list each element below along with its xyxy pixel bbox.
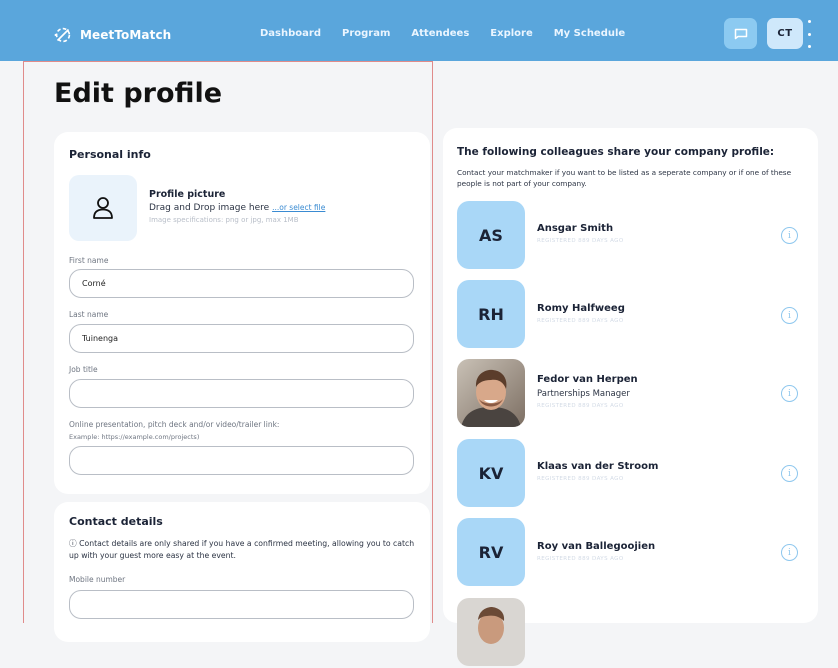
user-avatar-button[interactable]: CT (767, 18, 803, 49)
presentation-link-field[interactable] (69, 446, 414, 475)
colleague-initials-avatar: AS (457, 201, 525, 269)
user-icon (93, 197, 113, 219)
colleague-name: Klaas van der Stroom (537, 461, 659, 472)
last-name-field[interactable]: Tuinenga (69, 324, 414, 353)
info-icon[interactable]: i (781, 544, 798, 561)
personal-info-card: Personal info Profile picture Drag and D… (54, 132, 430, 494)
first-name-field[interactable]: Corné (69, 269, 414, 298)
nav-item-explore[interactable]: Explore (490, 28, 532, 39)
colleague-registered: REGISTERED 889 DAYS AGO (537, 556, 624, 562)
first-name-label: First name (69, 256, 109, 265)
profile-picture-drop-text: Drag and Drop image here ...or select fi… (149, 203, 325, 213)
colleague-initials-avatar: RH (457, 280, 525, 348)
nav-item-my-schedule[interactable]: My Schedule (554, 28, 625, 39)
drop-instructions: Drag and Drop image here (149, 203, 270, 213)
kebab-menu-icon[interactable] (806, 20, 812, 48)
nav-item-program[interactable]: Program (342, 28, 390, 39)
colleague-initials-avatar: RV (457, 518, 525, 586)
colleague-item: AS Ansgar Smith REGISTERED 889 DAYS AGO … (457, 201, 798, 271)
person-photo-icon (457, 598, 525, 666)
app-name: MeetToMatch (80, 28, 172, 42)
colleague-job-title: Partnerships Manager (537, 389, 630, 399)
personal-info-title: Personal info (69, 148, 151, 161)
colleagues-card: The following colleagues share your comp… (443, 128, 818, 666)
colleague-registered: REGISTERED 889 DAYS AGO (537, 403, 624, 409)
top-navigation-bar: MeetToMatch Dashboard Program Attendees … (0, 0, 838, 61)
page-title: Edit profile (54, 78, 223, 109)
info-icon[interactable]: i (781, 307, 798, 324)
person-photo-icon (457, 359, 525, 427)
colleague-registered: REGISTERED 889 DAYS AGO (537, 476, 624, 482)
nav-item-dashboard[interactable]: Dashboard (260, 28, 321, 39)
chat-icon (734, 28, 747, 39)
colleague-item: RV Roy van Ballegoojien REGISTERED 889 D… (457, 518, 798, 588)
job-title-label: Job title (69, 365, 98, 374)
contact-details-note: ⓘ Contact details are only shared if you… (69, 539, 415, 560)
colleague-name: Fedor van Herpen (537, 374, 638, 385)
messages-button[interactable] (724, 18, 757, 49)
colleague-item: KV Klaas van der Stroom REGISTERED 889 D… (457, 439, 798, 509)
mobile-number-field[interactable] (69, 590, 414, 619)
colleague-photo (457, 359, 525, 427)
info-icon[interactable]: i (781, 227, 798, 244)
profile-picture-title: Profile picture (149, 189, 226, 200)
colleagues-title: The following colleagues share your comp… (457, 146, 775, 158)
colleague-name: Ansgar Smith (537, 223, 614, 234)
select-file-link[interactable]: ...or select file (272, 203, 325, 212)
contact-details-title: Contact details (69, 515, 163, 528)
colleague-item: RH Romy Halfweeg REGISTERED 889 DAYS AGO… (457, 280, 798, 350)
info-icon[interactable]: i (781, 385, 798, 402)
mobile-number-label: Mobile number (69, 575, 126, 584)
presentation-link-hint: Example: https://example.com/projects) (69, 433, 200, 441)
profile-picture-dropzone[interactable] (69, 175, 137, 241)
info-icon[interactable]: i (781, 465, 798, 482)
colleague-registered: REGISTERED 889 DAYS AGO (537, 318, 624, 324)
colleague-initials-avatar: KV (457, 439, 525, 507)
colleague-photo (457, 598, 525, 666)
colleague-item: Fedor van Herpen Partnerships Manager RE… (457, 359, 798, 429)
presentation-link-label: Online presentation, pitch deck and/or v… (69, 420, 280, 429)
logo-icon (54, 27, 71, 43)
colleague-registered: REGISTERED 889 DAYS AGO (537, 238, 624, 244)
contact-details-card: Contact details ⓘ Contact details are on… (54, 502, 430, 642)
job-title-field[interactable] (69, 379, 414, 408)
colleague-name: Romy Halfweeg (537, 303, 625, 314)
last-name-label: Last name (69, 310, 109, 319)
image-specifications: Image specifications: png or jpg, max 1M… (149, 216, 299, 224)
main-nav: Dashboard Program Attendees Explore My S… (260, 28, 625, 39)
edit-profile-panel: Edit profile Personal info Profile pictu… (23, 61, 433, 642)
nav-item-attendees[interactable]: Attendees (411, 28, 469, 39)
app-logo[interactable]: MeetToMatch (52, 24, 171, 46)
colleague-name: Roy van Ballegoojien (537, 541, 656, 552)
colleague-item (457, 598, 797, 668)
colleagues-note: Contact your matchmaker if you want to b… (457, 168, 792, 188)
